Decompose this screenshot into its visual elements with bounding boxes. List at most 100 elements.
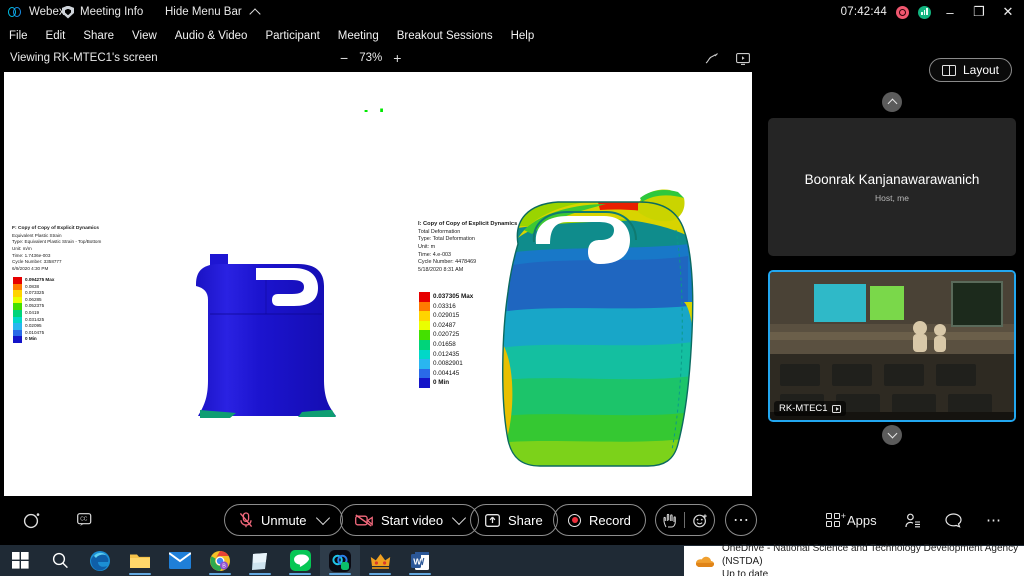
scroll-up-button[interactable] [882,92,902,112]
layout-grid-icon [941,64,956,76]
record-label: Record [589,512,631,528]
menu-item-file[interactable]: File [0,30,37,42]
crown-app-icon [370,553,390,569]
contour-legend-right: 0.037305 Max 0.03316 0.029015 0.02487 0.… [419,292,473,388]
viewing-screen-label: Viewing RK-MTEC1's screen [10,52,158,64]
search-button[interactable] [40,545,80,576]
legend-value: 0.06285 [25,296,42,302]
more-options-button[interactable]: ⋯ [725,504,757,536]
ansys-system-label: F: Copy of Copy of Explicit Dynamics [12,226,99,231]
taskbar-item-sticky-notes[interactable] [240,545,280,576]
menu-item-help[interactable]: Help [502,30,544,42]
zoom-in-button[interactable]: + [393,51,401,65]
legend-value: 0.052375 [25,303,45,309]
annotate-icon[interactable] [705,52,719,65]
zoom-level-label: 73% [359,52,383,64]
menu-label: File [9,30,28,42]
menu-item-view[interactable]: View [123,30,166,42]
taskbar-item-line[interactable] [280,545,320,576]
unmute-button[interactable]: Unmute [224,504,343,536]
taskbar-item-chrome[interactable]: B [200,545,240,576]
taskbar-item-file-explorer[interactable] [120,545,160,576]
emoji-reaction-icon [692,513,707,527]
legend-value: 0.073325 [25,290,45,296]
menu-item-share[interactable]: Share [74,30,123,42]
record-icon [568,513,581,527]
more-panels-button[interactable]: ⋯ [986,504,1001,536]
jerrycan-model-deformed [502,189,694,467]
share-label: Share [508,512,543,528]
menu-item-edit[interactable]: Edit [37,30,75,42]
meeting-info-button[interactable]: Meeting Info [62,0,143,24]
legend-value: 0.03316 [433,302,456,310]
participants-list-button[interactable] [905,504,921,536]
participant-name: RK-MTEC1 [779,403,828,414]
room-video-feed [770,272,1014,420]
zoom-controls: − 73% + [340,51,401,65]
onedrive-tooltip: OneDrive - National Science and Technolo… [684,543,1024,576]
ansys-result-name: Equivalent Plastic Strain [12,232,62,238]
connect-device-button[interactable] [16,504,48,536]
menu-item-breakout-sessions[interactable]: Breakout Sessions [388,30,502,42]
hide-menu-bar-button[interactable]: Hide Menu Bar [165,0,261,24]
zoom-out-button[interactable]: − [340,51,348,65]
menu-label: Help [510,30,535,42]
minimize-button[interactable]: – [940,5,960,20]
scroll-down-button[interactable] [882,425,902,445]
shared-screen-stage[interactable]: การปล่อยตก F: Copy of Copy of Explicit D… [4,72,752,496]
legend-value: 0.031425 [25,316,45,322]
chevron-down-icon [887,428,897,439]
window-controls-group: 07:42:44 – ❐ ✕ [841,0,1018,24]
taskbar-item-mail[interactable] [160,545,200,576]
legend-value: 0.0419 [25,309,40,315]
ansys-time: Time: 1.7436e-003 [12,252,51,258]
reactions-group[interactable] [655,504,715,536]
recording-indicator-icon[interactable] [896,5,909,19]
legend-labels: 0.094275 Max 0.0838 0.073325 0.06285 0.0… [25,277,54,343]
taskbar-item-word[interactable]: W [400,545,440,576]
word-icon: W [410,551,429,570]
webex-logo-icon [8,6,23,18]
close-button[interactable]: ✕ [998,4,1018,20]
start-video-button[interactable]: Start video [340,504,480,536]
window-title-bar: Webex Meeting Info Hide Menu Bar 07:42:4… [0,0,1024,24]
taskbar-item-orange-app[interactable] [360,545,400,576]
chevron-up-icon [249,7,261,20]
menu-item-meeting[interactable]: Meeting [329,30,388,42]
svg-text:CC: CC [80,516,88,522]
share-button[interactable]: Share [470,504,558,536]
room-video-frame [770,272,1014,420]
closed-captions-button[interactable]: CC [58,504,112,536]
start-button[interactable] [0,545,40,576]
ansys-panel-plastic-strain: F: Copy of Copy of Explicit Dynamics Equ… [4,112,410,490]
chat-button[interactable] [945,504,962,536]
record-button[interactable]: Record [553,504,646,536]
layout-button[interactable]: Layout [928,58,1012,82]
legend-value: 0.094275 Max [25,277,55,282]
chevron-down-icon[interactable] [315,510,330,526]
participants-panel: Boonrak Kanjanawarawanich Host, me RK-MT… [760,48,1024,496]
network-status-icon[interactable] [918,5,931,19]
webex-icon [329,549,351,572]
taskbar-item-webex[interactable] [320,545,360,576]
chevron-down-icon[interactable] [452,510,467,526]
ansys-date: 6/9/2020 4:30 PM [12,265,49,271]
menu-label: Meeting [337,30,379,42]
participant-tile-host[interactable]: Boonrak Kanjanawarawanich Host, me [768,118,1016,256]
menu-item-audio-video[interactable]: Audio & Video [166,30,257,42]
menu-label: Edit [45,30,66,42]
apps-button[interactable]: + Apps [826,504,877,536]
menu-item-participant[interactable]: Participant [256,30,328,42]
participant-tile-screen-share[interactable]: RK-MTEC1 [768,270,1016,422]
restore-button[interactable]: ❐ [969,4,989,20]
legend-value: 0.037305 Max [433,293,474,300]
share-screen-view-icon[interactable] [736,52,750,65]
ansys-time: Time: 4.e-003 [418,251,452,258]
ansys-unit: Unit: m/m [12,245,32,251]
unmute-label: Unmute [261,512,307,528]
webex-meeting-window: Webex Meeting Info Hide Menu Bar 07:42:4… [0,0,1024,576]
legend-value: 0.012435 [433,350,460,358]
taskbar-item-edge[interactable] [80,545,120,576]
legend-labels: 0.037305 Max 0.03316 0.029015 0.02487 0.… [433,292,473,388]
legend-value: 0.029015 [433,312,460,320]
